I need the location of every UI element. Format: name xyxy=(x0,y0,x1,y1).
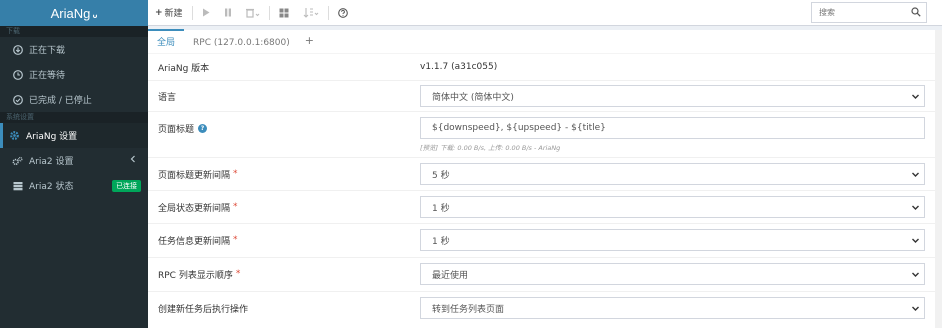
section-header-settings: 系统设置 xyxy=(0,112,148,123)
after-create-select[interactable]: 转到任务列表页面 xyxy=(420,297,925,319)
setting-row-task-refresh: 任务信息更新间隔 * 1 秒 xyxy=(148,224,935,258)
play-icon xyxy=(202,8,210,17)
sidebar-item-label: AriaNg 设置 xyxy=(26,132,78,142)
setting-label: AriaNg 版本 xyxy=(158,63,210,74)
settings-tabs: 全局 RPC (127.0.0.1:6800) + xyxy=(148,29,935,54)
sidebar-item-downloading[interactable]: 正在下载 xyxy=(0,37,148,62)
trash-dropdown-icon xyxy=(245,8,259,18)
sidebar-item-label: Aria2 状态 xyxy=(29,182,74,192)
scrollbar[interactable] xyxy=(935,30,942,328)
new-task-button[interactable]: + 新建 xyxy=(148,0,190,26)
sidebar-item-stopped[interactable]: 已完成 / 已停止 xyxy=(0,87,148,112)
sort-dropdown-icon xyxy=(303,8,318,18)
sidebar-item-aria2-status[interactable]: Aria2 状态 已连接 xyxy=(0,173,148,198)
tab-rpc[interactable]: RPC (127.0.0.1:6800) xyxy=(184,29,299,53)
chevron-down-icon xyxy=(912,306,919,311)
plus-icon: + xyxy=(155,7,163,18)
chevron-down-icon xyxy=(912,272,919,277)
plus-icon: + xyxy=(304,34,314,47)
setting-row-title-refresh: 页面标题更新间隔 * 5 秒 xyxy=(148,158,935,191)
delete-button[interactable] xyxy=(239,0,267,26)
setting-label-text: 页面标题更新间隔 xyxy=(158,170,231,181)
task-refresh-select[interactable]: 1 秒 xyxy=(420,229,925,251)
start-button[interactable] xyxy=(195,0,217,26)
input-value: ${downspeed}, ${upspeed} - ${title} xyxy=(432,123,606,133)
sidebar-item-label: 已完成 / 已停止 xyxy=(29,96,92,106)
pause-button[interactable] xyxy=(217,0,239,26)
required-mark: * xyxy=(233,169,238,179)
loading-spinner-icon xyxy=(93,14,98,18)
sidebar-item-label: 正在下载 xyxy=(29,46,66,56)
check-circle-icon xyxy=(12,94,23,105)
clock-icon xyxy=(12,69,23,80)
setting-row-page-title: 页面标题 ? ${downspeed}, ${upspeed} - ${titl… xyxy=(148,112,935,158)
sidebar-item-aria2-settings[interactable]: Aria2 设置 xyxy=(0,148,148,173)
app-logo[interactable]: AriaNg xyxy=(0,0,148,26)
sidebar-item-ariang-settings[interactable]: AriaNg 设置 xyxy=(0,123,148,148)
setting-label-text: 全局状态更新间隔 xyxy=(158,203,231,214)
setting-row-after-create: 创建新任务后执行操作 转到任务列表页面 xyxy=(148,292,935,326)
setting-row-version: AriaNg 版本 v1.1.7 (a31c055) xyxy=(148,54,935,81)
toolbar: + 新建 xyxy=(148,0,942,26)
setting-label-text: 创建新任务后执行操作 xyxy=(158,304,249,315)
page-title-preview: [预览] 下载: 0.00 B/s, 上传: 0.00 B/s - AriaNg xyxy=(420,144,561,152)
sidebar-item-label: 正在等待 xyxy=(29,71,66,81)
sort-button[interactable] xyxy=(296,0,326,26)
status-badge: 已连接 xyxy=(112,179,141,192)
chevron-down-icon xyxy=(912,172,919,177)
language-select[interactable]: 简体中文 (简体中文) xyxy=(420,85,925,107)
sidebar: AriaNg 下载 正在下载 正在等待 已完成 / 已停止 系统设置 AriaN… xyxy=(0,0,148,328)
setting-label-text: 页面标题 xyxy=(158,124,195,135)
cloud-download-icon xyxy=(12,44,23,55)
setting-row-global-refresh: 全局状态更新间隔 * 1 秒 xyxy=(148,191,935,224)
toolbar-divider xyxy=(191,5,193,20)
select-value: 1 秒 xyxy=(432,203,450,214)
page-title-input[interactable]: ${downspeed}, ${upspeed} - ${title} xyxy=(420,117,925,139)
setting-label-text: 任务信息更新间隔 xyxy=(158,236,231,247)
setting-label: 语言 xyxy=(148,85,420,107)
title-refresh-select[interactable]: 5 秒 xyxy=(420,163,925,185)
select-value: 转到任务列表页面 xyxy=(432,304,505,315)
setting-row-rpc-order: RPC 列表显示顺序 * 最近使用 xyxy=(148,258,935,292)
settings-table: AriaNg 版本 v1.1.7 (a31c055) 语言 简体中文 (简体中文… xyxy=(148,54,935,328)
search-icon[interactable] xyxy=(911,7,921,17)
search-input[interactable] xyxy=(812,8,908,17)
setting-label-text: 语言 xyxy=(158,92,177,103)
select-all-button[interactable] xyxy=(272,0,296,26)
chevron-left-icon xyxy=(130,155,136,166)
rpc-order-select[interactable]: 最近使用 xyxy=(420,263,925,285)
th-large-icon xyxy=(279,8,289,17)
gears-icon xyxy=(12,156,23,166)
tab-global[interactable]: 全局 xyxy=(148,29,185,53)
required-mark: * xyxy=(235,269,241,279)
select-value: 5 秒 xyxy=(432,170,450,181)
version-value: v1.1.7 (a31c055) xyxy=(420,62,498,72)
add-rpc-tab-button[interactable]: + xyxy=(299,29,320,53)
server-icon xyxy=(12,181,23,191)
required-mark: * xyxy=(233,202,238,212)
question-circle-icon[interactable]: ? xyxy=(198,123,208,133)
app-title: AriaNg xyxy=(50,5,91,21)
chevron-down-icon xyxy=(912,94,919,99)
new-task-label: 新建 xyxy=(164,9,183,19)
question-circle-icon xyxy=(337,7,348,18)
required-mark: * xyxy=(233,235,238,245)
section-header-downloads: 下载 xyxy=(0,26,148,37)
setting-label-text: RPC 列表显示顺序 xyxy=(158,270,233,281)
pause-icon xyxy=(224,8,231,17)
setting-row-language: 语言 简体中文 (简体中文) xyxy=(148,81,935,112)
toolbar-divider xyxy=(327,5,329,20)
select-value: 1 秒 xyxy=(432,236,450,247)
sidebar-item-label: Aria2 设置 xyxy=(29,157,74,167)
toolbar-divider xyxy=(268,5,270,20)
help-button[interactable] xyxy=(331,0,355,26)
select-value: 最近使用 xyxy=(432,270,469,281)
global-refresh-select[interactable]: 1 秒 xyxy=(420,196,925,218)
search-box xyxy=(811,2,927,23)
select-value: 简体中文 (简体中文) xyxy=(432,92,514,103)
gear-icon xyxy=(9,130,20,141)
chevron-down-icon xyxy=(912,205,919,210)
sidebar-item-waiting[interactable]: 正在等待 xyxy=(0,62,148,87)
chevron-down-icon xyxy=(912,238,919,243)
